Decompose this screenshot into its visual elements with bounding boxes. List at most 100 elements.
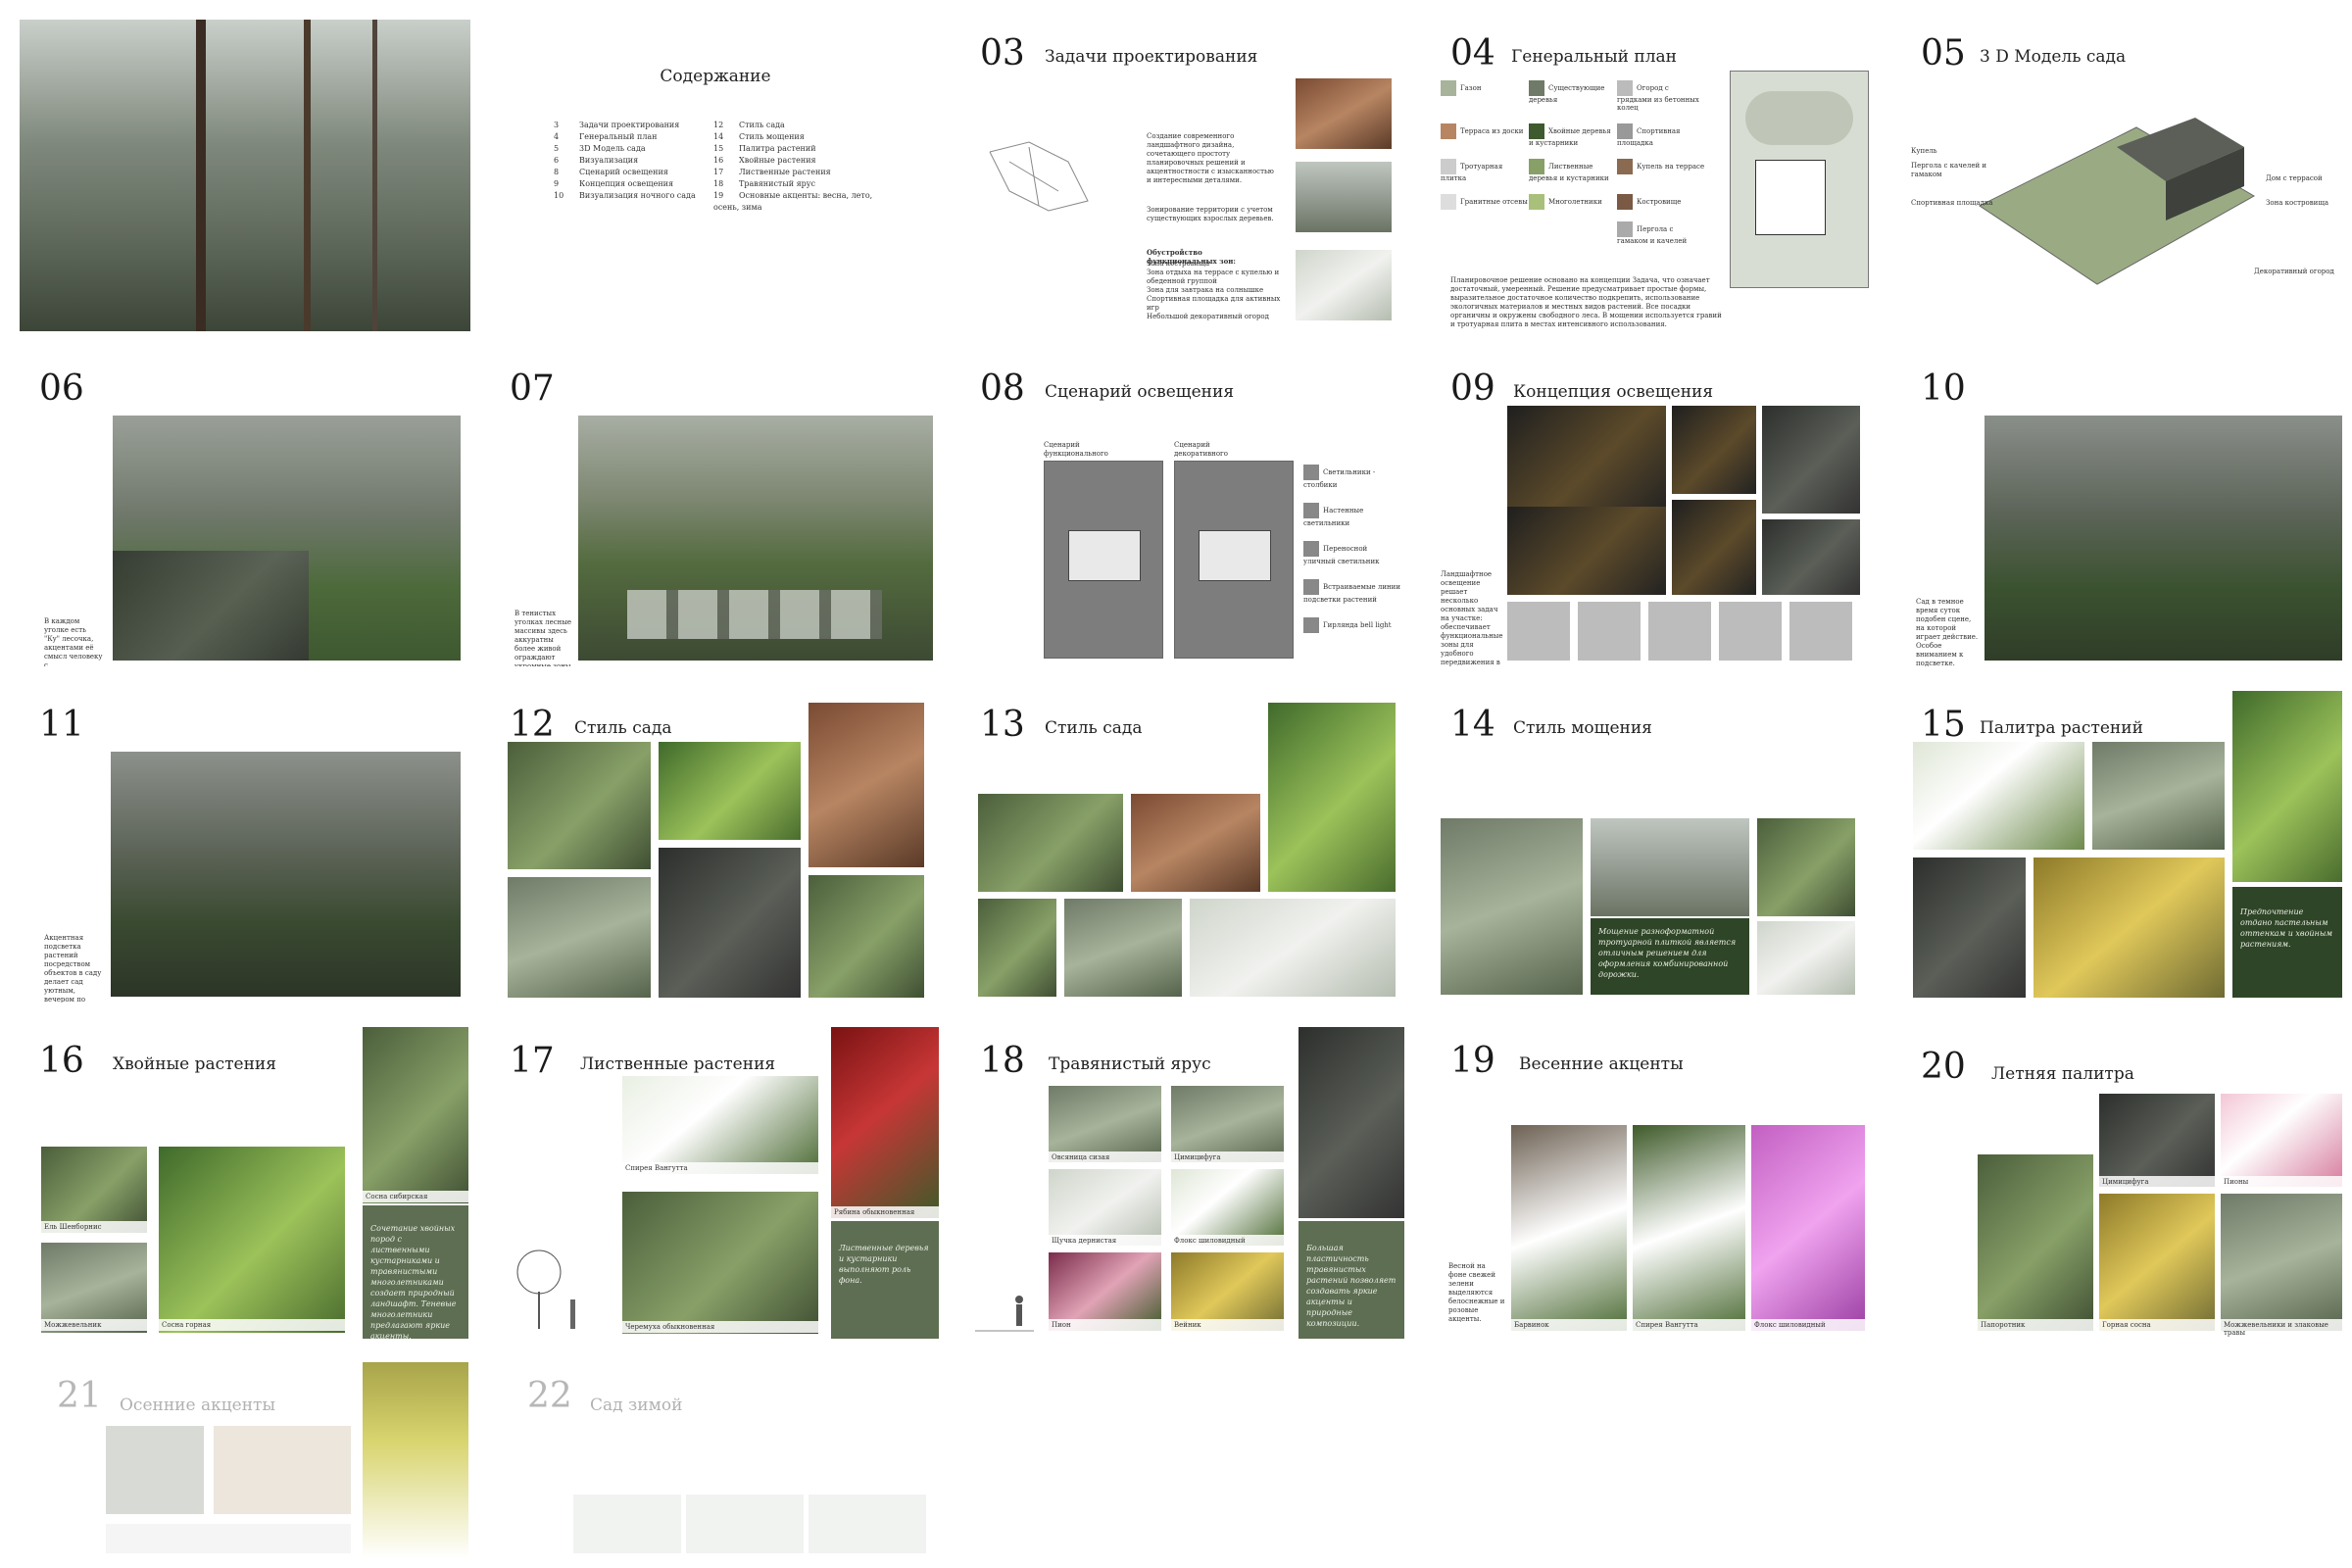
plant-caption: Ель Шенборнис bbox=[41, 1221, 147, 1233]
stepping-stone-path bbox=[627, 590, 882, 639]
toc-item[interactable]: 6 Визуализация bbox=[554, 155, 696, 167]
slide-13[interactable]: 13 Стиль сада bbox=[960, 691, 1411, 1003]
toc-item[interactable]: 4 Генеральный план bbox=[554, 131, 696, 143]
slide-number: 09 bbox=[1450, 368, 1495, 409]
slide-cover[interactable] bbox=[20, 20, 470, 331]
grass-photo bbox=[1298, 1027, 1404, 1218]
toc-item[interactable]: 12 Стиль сада bbox=[713, 120, 900, 131]
slide-04[interactable]: 04 Генеральный план Газон Существующие д… bbox=[1431, 20, 1882, 331]
toc-item[interactable]: 16 Хвойные растения bbox=[713, 155, 900, 167]
slide-number: 21 bbox=[57, 1376, 102, 1416]
deciduous-note: Лиственные деревья и кустарники выполняю… bbox=[831, 1221, 939, 1339]
plant-caption: Пионы bbox=[2221, 1176, 2342, 1188]
slide-toc[interactable]: Содержание 3 Задачи проектирования 4 Генер… bbox=[490, 20, 941, 331]
autumn-photo bbox=[363, 1362, 468, 1558]
slide-08[interactable]: 08 Сценарий освещения Сценарий функциона… bbox=[960, 355, 1411, 666]
model-label: Зона костровища bbox=[2266, 199, 2329, 207]
slide-number: 16 bbox=[39, 1041, 84, 1081]
garden-style-photo bbox=[659, 848, 801, 998]
plant-caption: Пион bbox=[1049, 1319, 1161, 1331]
model-label: Декоративный огород bbox=[2254, 268, 2334, 275]
plant-caption: Можжевельник bbox=[41, 1319, 147, 1331]
toc-item[interactable]: 9 Концепция освещения bbox=[554, 178, 696, 190]
legend-item: Пергола с гамаком и качелей bbox=[1617, 221, 1705, 245]
plant-caption: Спирея Вангутта bbox=[1633, 1319, 1745, 1331]
slide-number: 13 bbox=[980, 705, 1025, 745]
night-visualization bbox=[1984, 416, 2342, 661]
tree-trunk bbox=[196, 20, 206, 331]
toc-item[interactable]: 10 Визуализация ночного сада bbox=[554, 190, 696, 202]
plan-description: Планировочное решение основано на концеп… bbox=[1450, 276, 1722, 328]
slide-06[interactable]: 06 В каждом уголке есть "Ку" лесочка, ак… bbox=[20, 355, 470, 666]
slide-title: Сценарий освещения bbox=[1045, 382, 1235, 402]
slide-title: Сад зимой bbox=[590, 1396, 683, 1415]
slide-number: 03 bbox=[980, 33, 1025, 74]
slide-18[interactable]: 18 Травянистый ярус Овсяница сизая Цимиц… bbox=[960, 1027, 1411, 1339]
paving-note: Мощение разноформатной тротуарной плитко… bbox=[1591, 918, 1749, 995]
garden-style-photo bbox=[978, 899, 1056, 997]
toc-item[interactable]: 14 Стиль мощения bbox=[713, 131, 900, 143]
slide-number: 18 bbox=[980, 1041, 1025, 1081]
3d-garden-model bbox=[1979, 118, 2256, 285]
model-label: Купель bbox=[1911, 147, 1937, 155]
slide-title: Хвойные растения bbox=[113, 1054, 276, 1074]
slide-16[interactable]: 16 Хвойные растения Ель Шенборнис Сосна … bbox=[20, 1027, 470, 1339]
lighting-photo bbox=[1507, 507, 1666, 595]
model-label: Дом с террасой bbox=[2266, 174, 2323, 182]
toc-title: Содержание bbox=[660, 67, 771, 86]
slide-title: Концепция освещения bbox=[1513, 382, 1714, 402]
night-visualization bbox=[111, 752, 461, 997]
slide-11[interactable]: 11 Акцентная подсветка растений посредст… bbox=[20, 691, 470, 1003]
slide-14[interactable]: 14 Стиль мощения Мощение разноформатной … bbox=[1431, 691, 1882, 1003]
slide-title: Травянистый ярус bbox=[1049, 1054, 1211, 1074]
slide-number: 19 bbox=[1450, 1041, 1495, 1081]
master-plan bbox=[1730, 71, 1869, 288]
legend-item: Светильники - столбики bbox=[1303, 465, 1401, 491]
autumn-photo bbox=[106, 1524, 351, 1553]
toc-item[interactable]: 15 Палитра растений bbox=[713, 143, 900, 155]
toc-item[interactable]: 18 Травянистый ярус bbox=[713, 178, 900, 190]
garden-style-photo bbox=[1131, 794, 1260, 892]
legend-item: Терраса из доски bbox=[1441, 123, 1529, 147]
plant-palette-photo bbox=[2034, 858, 2225, 998]
slide-title: Стиль мощения bbox=[1513, 718, 1652, 738]
plant-caption: Горная сосна bbox=[2099, 1319, 2215, 1331]
winter-photo bbox=[808, 1494, 926, 1553]
plant-caption: Рябина обыкновенная bbox=[831, 1206, 939, 1218]
toc-item[interactable]: 17 Лиственные растения bbox=[713, 167, 900, 178]
slide-12[interactable]: 12 Стиль сада bbox=[490, 691, 941, 1003]
slide-10[interactable]: 10 Сад в темное время суток подобен сцен… bbox=[1901, 355, 2352, 666]
slide-05[interactable]: 05 3 D Модель сада Купель Пергола с каче… bbox=[1901, 20, 2352, 331]
slide-09[interactable]: 09 Концепция освещения Ландшафтное освещ… bbox=[1431, 355, 1882, 666]
spring-photo bbox=[1633, 1125, 1745, 1331]
spotlight-icon bbox=[1789, 602, 1852, 661]
legend-item: Лиственные деревья и кустарники bbox=[1529, 159, 1617, 182]
plant-caption: Папоротник bbox=[1978, 1319, 2093, 1331]
slide-19[interactable]: 19 Весенние акценты Барвинок Спирея Ванг… bbox=[1431, 1027, 1882, 1339]
slide-caption: Весной на фоне свежей зелени выделяются … bbox=[1448, 1262, 1505, 1323]
toc-item[interactable]: 19 Основные акценты: весна, лето, осень, … bbox=[713, 190, 900, 214]
spring-photo bbox=[1751, 1125, 1865, 1331]
plant-palette-photo bbox=[2232, 691, 2342, 882]
garden-style-photo bbox=[978, 794, 1123, 892]
slide-15[interactable]: 15 Палитра растений Предпочтение отдано … bbox=[1901, 691, 2352, 1003]
slide-22[interactable]: 22 Сад зимой bbox=[490, 1362, 941, 1558]
toc-item[interactable]: 3 Задачи проектирования bbox=[554, 120, 696, 131]
slide-21[interactable]: 21 Осенние акценты bbox=[20, 1362, 470, 1558]
slide-03[interactable]: 03 Задачи проектирования Создание соврем… bbox=[960, 20, 1411, 331]
garden-style-photo bbox=[508, 877, 651, 998]
slide-number: 14 bbox=[1450, 705, 1495, 745]
legend-item: Настенные светильники bbox=[1303, 503, 1401, 529]
garland-icon bbox=[1719, 602, 1782, 661]
task-text-1: Создание современного ландшафтного дизай… bbox=[1147, 132, 1274, 184]
slide-title: Генеральный план bbox=[1511, 47, 1677, 67]
slide-number: 22 bbox=[527, 1376, 572, 1416]
slide-number: 11 bbox=[39, 705, 84, 745]
slide-17[interactable]: 17 Лиственные растения Спирея Вангутта Ч… bbox=[490, 1027, 941, 1339]
paving-photo bbox=[1591, 818, 1749, 916]
plant-caption: Щучка дернистая bbox=[1049, 1235, 1161, 1247]
toc-item[interactable]: 8 Сценарий освещения bbox=[554, 167, 696, 178]
slide-07[interactable]: 07 В тенистых уголках лесные массивы зде… bbox=[490, 355, 941, 666]
slide-20[interactable]: 20 Летняя палитра Цимицифуга Пионы Папор… bbox=[1901, 1027, 2352, 1339]
toc-item[interactable]: 5 3D Модель сада bbox=[554, 143, 696, 155]
